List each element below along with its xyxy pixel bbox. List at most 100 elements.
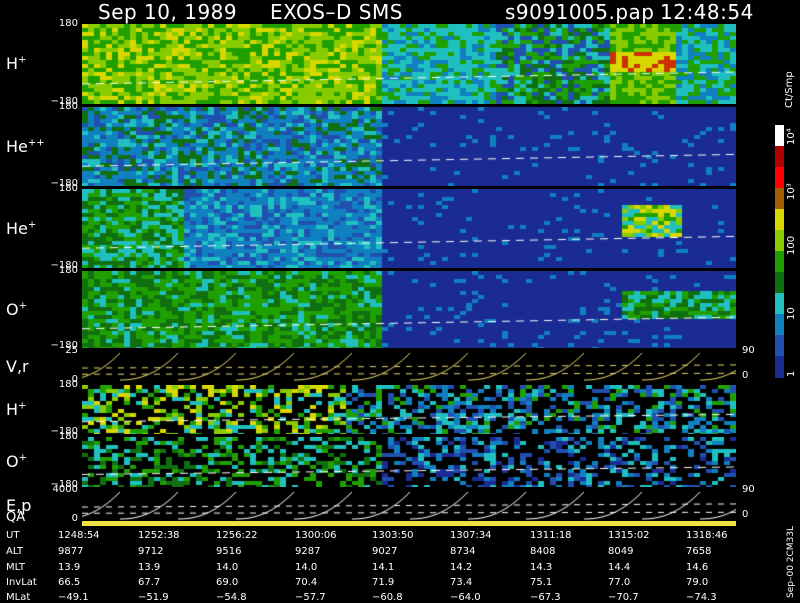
color-scale-tick: 10³: [786, 183, 797, 200]
panel-canvas: [82, 490, 736, 521]
table-cell: 79.0: [686, 577, 709, 588]
panel-ytick-top: 180: [58, 265, 78, 276]
table-row-label: UT: [6, 530, 20, 541]
header-time: 12:48:54: [660, 0, 754, 24]
color-scale-tick: 10: [786, 307, 797, 320]
table-cell: 1311:18: [530, 530, 572, 541]
color-scale-swatch: [775, 146, 784, 168]
panel-label-sup: ++: [27, 137, 45, 149]
table-cell: 9287: [295, 546, 321, 557]
table-cell: −49.1: [58, 592, 89, 603]
panel-label-o: O+: [6, 300, 27, 319]
table-cell: −54.8: [216, 592, 247, 603]
panel-label-h: H+: [6, 54, 26, 73]
color-scale-swatch: [775, 314, 784, 336]
panel-label-sup: +: [27, 219, 37, 231]
table-cell: 1318:46: [686, 530, 728, 541]
panel-label-sup: +: [18, 400, 27, 412]
panel-label-sup: +: [18, 54, 27, 66]
panel-canvas: [82, 189, 736, 268]
panel-ytick-top: 180: [58, 183, 78, 194]
panel-he2: [82, 107, 736, 186]
table-row-label: InvLat: [6, 577, 37, 588]
table-cell: −57.7: [295, 592, 326, 603]
panel-label-text: H: [6, 399, 19, 419]
color-scale-tick: 10⁴: [786, 128, 797, 145]
panel-ytick-top: 180: [58, 101, 78, 112]
panel-ytick-top: 180: [58, 379, 78, 390]
qa-label: QA: [6, 510, 26, 525]
table-cell: 1303:50: [372, 530, 414, 541]
table-cell: −51.9: [138, 592, 169, 603]
panel-canvas: [82, 437, 736, 487]
panel-label-text: He: [6, 136, 28, 156]
table-cell: −74.3: [686, 592, 717, 603]
panel-label-text: O: [6, 452, 19, 471]
panel-h: [82, 24, 736, 104]
color-scale-swatch: [775, 293, 784, 315]
color-scale-swatch: [775, 167, 784, 189]
color-scale-unit: Ct/Smp: [784, 71, 795, 108]
table-cell: 67.7: [138, 577, 161, 588]
panel-ytick-top: 180: [58, 18, 78, 29]
table-cell: −70.7: [608, 592, 639, 603]
table-row-label: MLat: [6, 592, 31, 603]
panel-ytick-bottom: 0: [71, 513, 78, 524]
table-cell: −64.0: [450, 592, 481, 603]
table-cell: 8408: [530, 546, 556, 557]
table-cell: 14.6: [686, 562, 709, 573]
table-cell: 14.1: [372, 562, 395, 573]
qa-bar: [82, 521, 736, 526]
color-scale-swatch: [775, 188, 784, 210]
table-cell: 9027: [372, 546, 398, 557]
panel-ytick-top: 180: [58, 431, 78, 442]
panel-he1: [82, 189, 736, 268]
panel-canvas: [82, 271, 736, 348]
table-cell: 73.4: [450, 577, 473, 588]
table-cell: 8734: [450, 546, 476, 557]
panel-ytick-top: 25: [65, 345, 78, 356]
panel-label-o2: O+: [6, 452, 27, 471]
table-row-label: ALT: [6, 546, 24, 557]
table-cell: 1256:22: [216, 530, 258, 541]
table-cell: 7658: [686, 546, 712, 557]
table-cell: 1300:06: [295, 530, 337, 541]
color-scale-swatch: [775, 251, 784, 273]
color-scale-swatch: [775, 272, 784, 294]
panel-h2: [82, 385, 736, 434]
panel-canvas: [82, 107, 736, 186]
table-cell: 75.1: [530, 577, 553, 588]
table-cell: 14.3: [530, 562, 553, 573]
table-row-label: MLT: [6, 562, 25, 573]
panel-label-he1: He+: [6, 219, 36, 238]
panel-label-sup: +: [18, 452, 27, 464]
panel-label-text: He: [6, 218, 28, 238]
title-date: Sep 10, 1989: [98, 0, 238, 24]
footer-side-label: Sep–00 2CM33L: [786, 525, 796, 598]
table-cell: 1248:54: [58, 530, 100, 541]
color-scale-bar: [775, 125, 784, 378]
panel-label-text: H: [6, 54, 19, 73]
panel-label-he2: He++: [6, 137, 45, 156]
table-cell: 70.4: [295, 577, 318, 588]
panel-right-tick-top: 90: [742, 484, 755, 495]
table-cell: 13.9: [138, 562, 161, 573]
panel-o2: [82, 437, 736, 487]
panel-canvas: [82, 351, 736, 382]
table-cell: 9516: [216, 546, 242, 557]
table-cell: 8049: [608, 546, 634, 557]
color-scale-tick: 1: [786, 370, 797, 377]
panel-label-text: O: [6, 299, 19, 319]
color-scale-swatch: [775, 356, 784, 378]
table-cell: 14.0: [295, 562, 318, 573]
table-cell: 69.0: [216, 577, 239, 588]
table-cell: 9877: [58, 546, 84, 557]
file-name: s9091005.pap: [505, 0, 655, 24]
table-cell: 14.4: [608, 562, 631, 573]
panel-vr: [82, 351, 736, 382]
color-scale-swatch: [775, 230, 784, 252]
title-instrument: EXOS–D SMS: [270, 0, 403, 24]
panel-canvas: [82, 24, 736, 104]
panel-label-h2: H+: [6, 400, 26, 419]
color-scale-swatch: [775, 125, 784, 147]
